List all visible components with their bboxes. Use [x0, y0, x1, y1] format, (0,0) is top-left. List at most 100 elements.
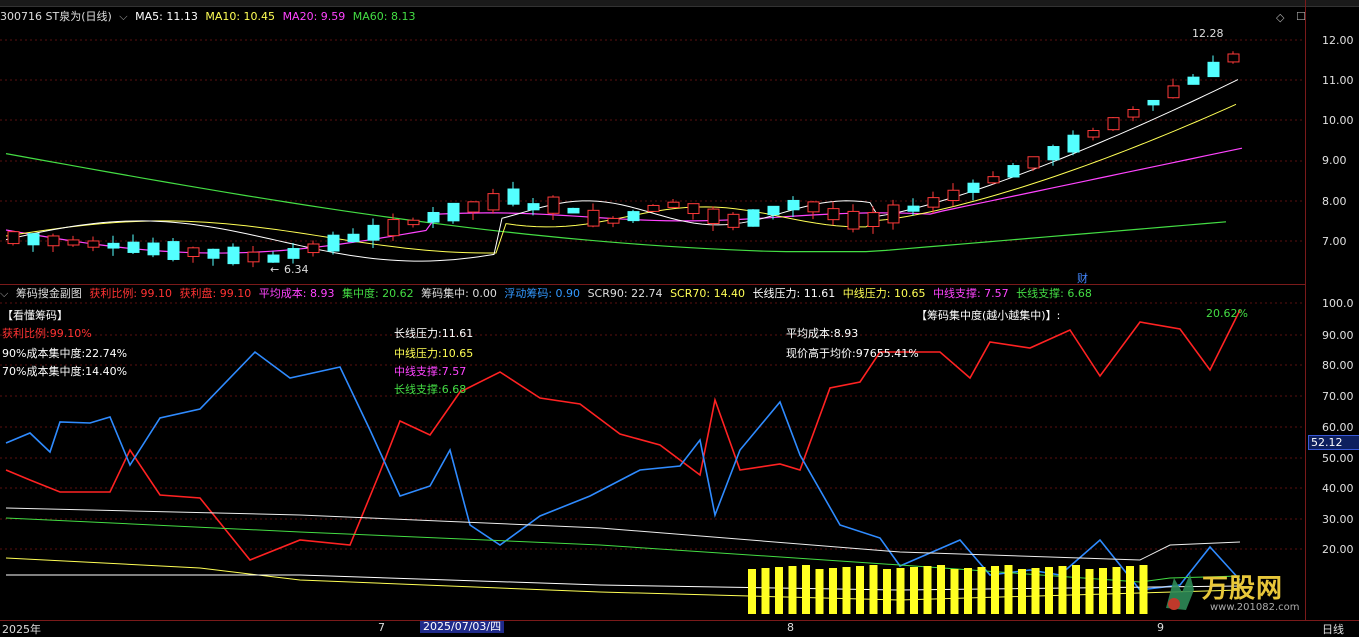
candle-body	[1047, 146, 1060, 161]
candle-body	[747, 209, 760, 227]
time-axis	[0, 620, 1359, 635]
period-label[interactable]: 日线	[1322, 621, 1344, 637]
candle-body	[1027, 156, 1040, 169]
candle-body	[587, 209, 600, 227]
concentration-bar	[842, 567, 851, 614]
concentration-bar	[1099, 568, 1107, 614]
candle-body	[127, 241, 140, 253]
concentration-bar	[910, 567, 918, 614]
concentration-title: 【筹码集中度(越小越集中)】:	[916, 309, 1061, 322]
mid-support-note: 中线支撑:7.57	[394, 365, 467, 378]
candle-body	[407, 219, 420, 226]
candle-body	[467, 201, 480, 213]
candle-body	[827, 208, 840, 221]
candle-body	[887, 204, 900, 224]
concentration-bar	[1004, 565, 1013, 614]
candle-body	[1087, 130, 1100, 138]
sub-y-tick-label: 40.00	[1322, 482, 1354, 495]
scr70-note: 70%成本集中度:14.40%	[2, 365, 128, 378]
scr90-note: 90%成本集中度:22.74%	[2, 347, 128, 360]
candle-body	[807, 201, 820, 213]
concentration-bar	[1031, 568, 1040, 614]
candle-body	[507, 188, 520, 205]
candle-body	[247, 251, 260, 263]
candle-body	[47, 235, 60, 247]
sub-y-tick-label: 30.00	[1322, 513, 1354, 526]
concentration-bar	[1045, 567, 1053, 614]
sub-y-tick-label: 70.00	[1322, 390, 1354, 403]
candle-body	[847, 210, 860, 230]
candle-body	[707, 208, 720, 225]
concentration-bar	[761, 568, 770, 614]
candle-body	[27, 233, 40, 246]
candle-body	[1127, 109, 1140, 118]
candle-body	[947, 189, 960, 202]
concentration-bar	[1072, 565, 1080, 614]
sub-y-tick-label: 90.00	[1322, 329, 1354, 342]
concentration-bar	[950, 569, 959, 614]
x-axis-label: 7	[378, 621, 385, 634]
candle-body	[487, 193, 500, 211]
ma60-line	[5, 153, 1227, 253]
candle-body	[1187, 76, 1200, 85]
candle-body	[267, 254, 280, 263]
candle-body	[647, 204, 660, 212]
finance-event-badge[interactable]: 财	[1077, 270, 1088, 286]
profit-ratio-note: 获利比例:99.10%	[2, 327, 92, 340]
concentration-bar	[788, 566, 797, 614]
x-axis-label: 8	[787, 621, 794, 634]
candle-body	[527, 203, 540, 211]
concentration-bar	[748, 569, 756, 614]
main-y-tick-label: 11.00	[1322, 74, 1354, 87]
logo-name: 万股网	[1202, 574, 1284, 604]
logo-url: www.201082.com	[1210, 602, 1300, 613]
candle-body	[7, 231, 20, 245]
low-price-label: 6.34	[284, 263, 309, 276]
avg-cost-note: 平均成本:8.93	[786, 327, 859, 340]
concentration-value: 20.62%	[1206, 307, 1248, 320]
concentration-bar	[1139, 565, 1148, 614]
chip-guide-title: 【看懂筹码】	[2, 309, 68, 322]
candle-body	[867, 212, 880, 228]
y-axis-separator	[1305, 0, 1306, 620]
main-y-tick-label: 12.00	[1322, 34, 1354, 47]
mid-pressure-line	[5, 557, 1241, 601]
candle-body	[967, 182, 980, 193]
selected-date-label: 2025/07/03/四	[420, 621, 505, 633]
candle-body	[327, 234, 340, 252]
long-pressure-line	[5, 507, 1241, 561]
candle-body	[87, 240, 100, 248]
candle-body	[987, 176, 1000, 184]
high-price-label: 12.28	[1192, 27, 1224, 40]
candle-body	[1227, 53, 1240, 63]
candle-body	[1107, 117, 1120, 131]
ma5-line	[5, 79, 1239, 262]
concentration-bar	[829, 568, 837, 614]
main-y-tick-label: 10.00	[1322, 114, 1354, 127]
long-pressure-note: 长线压力:11.61	[394, 327, 474, 340]
candle-body	[1207, 61, 1220, 78]
concentration-bar	[964, 568, 972, 614]
concentration-bar	[775, 567, 783, 614]
candle-body	[107, 242, 120, 249]
concentration-bar	[1085, 569, 1094, 614]
main-y-tick-label: 9.00	[1322, 154, 1347, 167]
concentration-bar	[977, 567, 986, 614]
main-y-tick-label: 7.00	[1322, 235, 1347, 248]
candle-body	[1007, 165, 1020, 178]
candle-body	[767, 205, 780, 216]
site-logo: 万股网 www.201082.com	[1160, 568, 1305, 618]
mid-support-line	[6, 574, 1241, 591]
candle-body	[547, 196, 560, 214]
x-axis-label: 9	[1157, 621, 1164, 634]
candle-body	[687, 203, 700, 215]
candle-body	[387, 219, 400, 237]
candle-body	[347, 233, 360, 243]
candle-body	[1147, 99, 1160, 106]
concentration-bar	[923, 566, 932, 614]
candle-body	[227, 246, 240, 265]
candle-body	[907, 205, 920, 212]
concentration-bar	[856, 566, 864, 614]
chart-canvas[interactable]	[0, 0, 1305, 620]
candle-body	[207, 248, 220, 259]
